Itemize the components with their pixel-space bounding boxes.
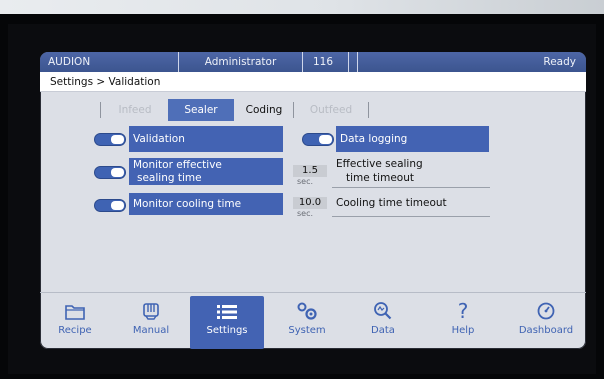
validation-label: Validation bbox=[129, 126, 283, 152]
cooling-timeout-underline bbox=[332, 216, 490, 217]
toggle-knob bbox=[111, 135, 124, 144]
cooling-timeout-label: Cooling time timeout bbox=[336, 197, 447, 209]
user-role[interactable]: Administrator bbox=[179, 52, 303, 72]
monitor-sealing-toggle[interactable] bbox=[94, 166, 126, 179]
status-bar: AUDION Administrator 116 Ready bbox=[40, 52, 586, 72]
nav-recipe[interactable]: Recipe bbox=[42, 296, 108, 349]
nav-system-label: System bbox=[288, 325, 326, 336]
bottom-navigation: Recipe Manual Settings System Data ? Hel… bbox=[40, 296, 586, 349]
toggle-knob bbox=[319, 135, 332, 144]
monitor-cooling-label: Monitor cooling time bbox=[129, 193, 283, 215]
status-number: 116 bbox=[303, 52, 349, 72]
hand-icon bbox=[118, 296, 184, 324]
touch-screen: AUDION Administrator 116 Ready Settings … bbox=[40, 52, 586, 349]
nav-help[interactable]: ? Help bbox=[430, 296, 496, 349]
folder-icon bbox=[42, 296, 108, 324]
nav-data-label: Data bbox=[371, 325, 395, 336]
toggle-knob bbox=[111, 168, 124, 177]
tab-outfeed[interactable]: Outfeed bbox=[296, 99, 366, 121]
nav-dashboard[interactable]: Dashboard bbox=[508, 296, 584, 349]
validation-toggle[interactable] bbox=[94, 133, 126, 146]
data-logging-toggle[interactable] bbox=[302, 133, 334, 146]
data-logging-label: Data logging bbox=[336, 126, 489, 152]
cooling-timeout-value[interactable]: 10.0 bbox=[293, 197, 327, 209]
dashboard-icon bbox=[508, 296, 584, 324]
nav-data[interactable]: Data bbox=[350, 296, 416, 349]
sealing-timeout-underline bbox=[332, 187, 490, 188]
magnifier-icon bbox=[350, 296, 416, 324]
app-name: AUDION bbox=[40, 52, 179, 72]
nav-manual-label: Manual bbox=[132, 325, 170, 336]
monitor-cooling-toggle[interactable] bbox=[94, 199, 126, 212]
content-divider bbox=[40, 292, 586, 293]
sealing-timeout-label-line2: time timeout bbox=[346, 172, 414, 184]
monitor-sealing-label-line2: sealing time bbox=[137, 172, 202, 184]
status-separator bbox=[349, 52, 358, 72]
sealing-timeout-label-line1: Effective sealing bbox=[336, 158, 423, 170]
machine-status: Ready bbox=[543, 56, 576, 68]
monitor-sealing-label: Monitor effective sealing time bbox=[129, 158, 283, 185]
breadcrumb: Settings > Validation bbox=[40, 72, 586, 92]
tab-coding[interactable]: Coding bbox=[236, 99, 292, 121]
toggle-knob bbox=[111, 201, 124, 210]
tab-divider bbox=[293, 102, 294, 118]
cooling-timeout-unit: sec. bbox=[297, 209, 314, 218]
question-icon: ? bbox=[457, 299, 469, 323]
sealing-timeout-unit: sec. bbox=[297, 177, 314, 186]
nav-settings-label: Settings bbox=[206, 325, 248, 336]
background-glare bbox=[0, 0, 604, 14]
nav-help-label: Help bbox=[451, 325, 475, 336]
tab-infeed[interactable]: Infeed bbox=[104, 99, 166, 121]
monitor-sealing-label-line1: Monitor effective bbox=[133, 159, 222, 171]
gears-icon bbox=[274, 296, 340, 324]
nav-settings[interactable]: Settings bbox=[190, 296, 264, 349]
tab-sealer[interactable]: Sealer bbox=[168, 99, 234, 121]
nav-system[interactable]: System bbox=[274, 296, 340, 349]
tab-divider bbox=[368, 102, 369, 118]
tab-divider bbox=[100, 102, 101, 118]
sealing-timeout-value[interactable]: 1.5 bbox=[293, 165, 327, 177]
nav-recipe-label: Recipe bbox=[58, 325, 92, 336]
nav-dashboard-label: Dashboard bbox=[518, 325, 574, 336]
list-icon bbox=[190, 296, 264, 324]
nav-manual[interactable]: Manual bbox=[118, 296, 184, 349]
